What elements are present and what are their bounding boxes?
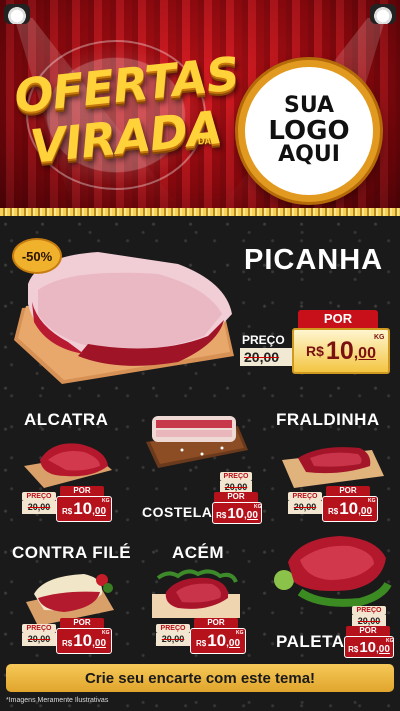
- price-tag-costela: PREÇO 20,00 POR R$ 10 ,00 KG: [212, 470, 262, 524]
- new-price-label: POR: [60, 486, 104, 496]
- product-name-acem: ACÉM: [172, 543, 225, 562]
- gold-divider: [0, 208, 400, 216]
- currency: R$: [195, 638, 207, 648]
- unit-label: KG: [386, 638, 394, 644]
- old-price-label: PREÇO: [22, 492, 56, 501]
- price-tag-fraldinha: PREÇO 20,00 POR R$ 10 ,00 KG: [288, 486, 378, 524]
- contra-file-image: [26, 574, 114, 626]
- unit-label: KG: [102, 630, 110, 636]
- price-integer: 10: [359, 638, 376, 656]
- old-price-label: PREÇO: [288, 492, 322, 501]
- old-price-label: PREÇO: [352, 606, 386, 615]
- price-integer: 10: [73, 499, 93, 518]
- header-curtain: OFERTAS VIRADA DA SUA LOGO AQUI: [0, 0, 400, 212]
- logo-text-line2: LOGO: [268, 115, 350, 146]
- alcatra-image: [24, 443, 112, 488]
- price-tag-picanha: PREÇO 20,00 POR R$ 10 ,00 KG: [238, 308, 398, 376]
- currency: R$: [216, 510, 227, 520]
- product-name-alcatra: ALCATRA: [24, 410, 109, 429]
- costela-image: [146, 416, 248, 468]
- old-price: 20,00: [22, 633, 56, 646]
- new-price-label: POR: [326, 486, 370, 496]
- old-price-label: PREÇO: [220, 472, 252, 481]
- new-price-label: POR: [214, 492, 258, 502]
- unit-label: KG: [254, 504, 262, 510]
- price-tag-contra-file: PREÇO 20,00 POR R$ 10 ,00 KG: [22, 618, 112, 656]
- discount-badge: -50%: [12, 238, 62, 274]
- old-price: 20,00: [288, 501, 322, 514]
- currency: R$: [327, 506, 339, 516]
- new-price-label: POR: [346, 626, 390, 636]
- price-tag-paleta: PREÇO 20,00 POR R$ 10 ,00 KG: [344, 604, 394, 658]
- spotlight-left-icon: [4, 4, 30, 24]
- unit-label: KG: [236, 630, 244, 636]
- product-name-costela: COSTELA: [142, 504, 213, 520]
- logo-text-line1: SUA: [283, 93, 335, 119]
- currency: R$: [61, 638, 73, 648]
- unit-label: KG: [102, 498, 110, 504]
- flyer: OFERTAS VIRADA DA SUA LOGO AQUI -50% PIC…: [0, 0, 400, 711]
- price-cents: ,00: [353, 345, 376, 362]
- currency: R$: [306, 343, 324, 359]
- old-price-label: PREÇO: [242, 333, 285, 347]
- price-integer: 10: [339, 499, 359, 518]
- new-price-label: POR: [298, 310, 378, 328]
- product-name-contra-file: CONTRA FILÉ: [12, 543, 132, 562]
- product-name-paleta: PALETA: [276, 632, 345, 651]
- logo-placeholder: SUA LOGO AQUI: [238, 60, 380, 202]
- unit-label: KG: [368, 498, 376, 504]
- product-name-fraldinha: FRALDINHA: [276, 410, 380, 429]
- title-small: DA: [198, 136, 211, 146]
- paleta-image: [274, 536, 392, 607]
- disclaimer: *Imagens Meramente Ilustrativas: [6, 697, 109, 704]
- price-integer: 10: [325, 337, 354, 365]
- old-price: 20,00: [240, 348, 292, 366]
- new-price-label: POR: [60, 618, 104, 628]
- logo-text-line3: AQUI: [278, 142, 340, 168]
- price-integer: 10: [73, 631, 93, 650]
- new-price-label: POR: [194, 618, 238, 628]
- price-cents: ,00: [244, 509, 258, 521]
- price-cents: ,00: [92, 505, 107, 517]
- price-cents: ,00: [226, 637, 241, 649]
- price-tag-alcatra: PREÇO 20,00 POR R$ 10 ,00 KG: [22, 486, 112, 524]
- unit-label: KG: [374, 334, 385, 341]
- fraldinha-image: [282, 447, 384, 488]
- price-integer: 10: [227, 504, 244, 522]
- old-price: 20,00: [22, 501, 56, 514]
- acem-image: [152, 569, 240, 618]
- price-cents: ,00: [376, 643, 390, 655]
- price-integer: 10: [207, 631, 227, 650]
- price-cents: ,00: [358, 505, 373, 517]
- currency: R$: [348, 644, 359, 654]
- currency: R$: [61, 506, 73, 516]
- price-tag-acem: PREÇO 20,00 POR R$ 10 ,00 KG: [156, 618, 246, 656]
- price-cents: ,00: [92, 637, 107, 649]
- title-logo: OFERTAS VIRADA DA: [8, 40, 241, 190]
- old-price-label: PREÇO: [156, 624, 190, 633]
- product-name-picanha: PICANHA: [244, 244, 384, 276]
- spotlight-right-icon: [370, 4, 396, 24]
- old-price: 20,00: [156, 633, 190, 646]
- create-flyer-button[interactable]: Crie seu encarte com este tema!: [6, 664, 394, 692]
- old-price-label: PREÇO: [22, 624, 56, 633]
